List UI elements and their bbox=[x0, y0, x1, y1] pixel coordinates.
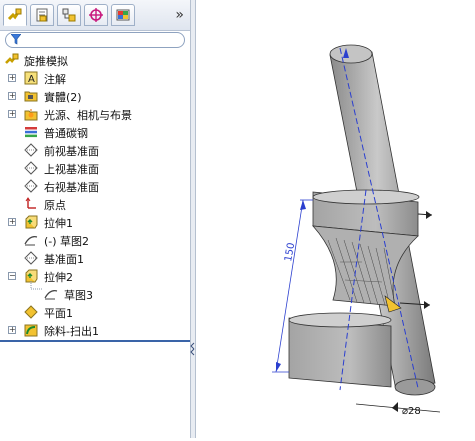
tab-display-manager[interactable] bbox=[111, 4, 135, 26]
display-manager-icon bbox=[116, 9, 130, 21]
lower-block[interactable] bbox=[288, 312, 392, 388]
tree-item-label: 拉伸1 bbox=[44, 217, 73, 230]
expand-toggle[interactable]: + bbox=[8, 110, 16, 118]
lights-cameras-icon bbox=[24, 109, 38, 121]
rollback-bar[interactable] bbox=[0, 340, 190, 342]
material-icon bbox=[25, 127, 37, 138]
origin-icon bbox=[25, 197, 36, 209]
tree-root-label: 旋推模拟 bbox=[24, 55, 68, 68]
tree-item-label: 普通碳钢 bbox=[44, 127, 88, 140]
tree-item-plane1[interactable]: 平面1 bbox=[0, 303, 186, 321]
annotations-icon: A bbox=[24, 71, 38, 85]
tree-item-material[interactable]: 普通碳钢 bbox=[0, 123, 186, 141]
feature-manager-panel: » 旋推模拟 + A 注解 + 實體(2) + 光源、相机与布景 普通碳钢 前视… bbox=[0, 0, 191, 438]
plane-icon bbox=[24, 143, 38, 157]
tab-configuration-manager[interactable] bbox=[57, 4, 81, 26]
tab-property-manager[interactable] bbox=[30, 4, 54, 26]
solid-bodies-folder-icon bbox=[24, 91, 38, 102]
tree-item-label: 草图3 bbox=[64, 289, 93, 302]
tree-item-extrude2[interactable]: − 拉伸2 bbox=[0, 267, 186, 285]
tree-item-bodies[interactable]: + 實體(2) bbox=[0, 87, 186, 105]
tree-item-label: 光源、相机与布景 bbox=[44, 109, 132, 122]
tree-item-sketch2[interactable]: (-) 草图2 bbox=[0, 231, 186, 249]
collapse-toggle[interactable]: − bbox=[8, 272, 16, 280]
model-view[interactable]: 150 ⌀28 bbox=[197, 0, 475, 438]
expand-toggle[interactable]: + bbox=[8, 74, 16, 82]
tree-item-label: 前视基准面 bbox=[44, 145, 99, 158]
plane-icon bbox=[24, 161, 38, 175]
diameter-dimension[interactable]: ⌀28 bbox=[355, 402, 441, 417]
tree-item-top-plane[interactable]: 上视基准面 bbox=[0, 159, 186, 177]
tree-item-front-plane[interactable]: 前视基准面 bbox=[0, 141, 186, 159]
tree-item-lights[interactable]: + 光源、相机与布景 bbox=[0, 105, 186, 123]
collapse-panel-handle[interactable] bbox=[190, 337, 196, 361]
tree-item-label: 右视基准面 bbox=[44, 181, 99, 194]
sweep-cut-icon bbox=[24, 324, 38, 337]
tab-feature-manager[interactable] bbox=[3, 4, 27, 26]
configuration-manager-icon bbox=[62, 8, 76, 22]
feature-filter-input[interactable] bbox=[5, 32, 185, 48]
svg-text:A: A bbox=[28, 74, 35, 85]
tree-item-sketch3[interactable]: 草图3 bbox=[0, 285, 186, 303]
tree-item-label: 實體(2) bbox=[44, 91, 82, 104]
tree-item-label: 拉伸2 bbox=[44, 271, 73, 284]
sketch-icon bbox=[44, 290, 58, 300]
manager-tab-bar: » bbox=[0, 0, 190, 31]
tree-item-right-plane[interactable]: 右视基准面 bbox=[0, 177, 186, 195]
tree-item-label: 基准面1 bbox=[44, 253, 84, 266]
tree-item-annotations[interactable]: + A 注解 bbox=[0, 69, 186, 87]
plane-icon bbox=[24, 179, 38, 193]
tree-root[interactable]: 旋推模拟 bbox=[0, 51, 186, 69]
property-manager-icon bbox=[36, 8, 48, 22]
tree-item-label: 注解 bbox=[44, 73, 66, 86]
tree-item-sweep-cut1[interactable]: + 除料-扫出1 bbox=[0, 321, 186, 339]
tree-item-extrude1[interactable]: + 拉伸1 bbox=[0, 213, 186, 231]
expand-toggle[interactable]: + bbox=[8, 326, 16, 334]
sketch-icon bbox=[24, 236, 38, 246]
tree-item-label: 除料-扫出1 bbox=[44, 325, 99, 338]
expand-toggle[interactable]: + bbox=[8, 218, 16, 226]
feature-manager-icon bbox=[7, 8, 22, 21]
part-icon bbox=[5, 53, 19, 64]
plane-feature-icon bbox=[24, 305, 38, 319]
extrude-icon bbox=[25, 215, 38, 229]
panel-splitter[interactable] bbox=[190, 0, 196, 438]
filter-icon bbox=[11, 34, 21, 45]
graphics-viewport[interactable]: 150 ⌀28 bbox=[197, 0, 475, 438]
tree-item-plane1-ref[interactable]: 基准面1 bbox=[0, 249, 186, 267]
expand-toggle[interactable]: + bbox=[8, 92, 16, 100]
tree-item-label: 平面1 bbox=[44, 307, 73, 320]
tree-item-label: (-) 草图2 bbox=[44, 235, 90, 248]
plane-icon bbox=[24, 251, 38, 265]
diameter-dimension-label: ⌀28 bbox=[402, 406, 421, 417]
tab-dimxpert[interactable] bbox=[84, 4, 108, 26]
dimxpert-icon bbox=[89, 8, 103, 22]
height-dimension-label: 150 bbox=[283, 242, 297, 263]
more-tabs-button[interactable]: » bbox=[175, 7, 184, 23]
tree-item-label: 原点 bbox=[44, 199, 66, 212]
tree-item-origin[interactable]: 原点 bbox=[0, 195, 186, 213]
tree-item-label: 上视基准面 bbox=[44, 163, 99, 176]
